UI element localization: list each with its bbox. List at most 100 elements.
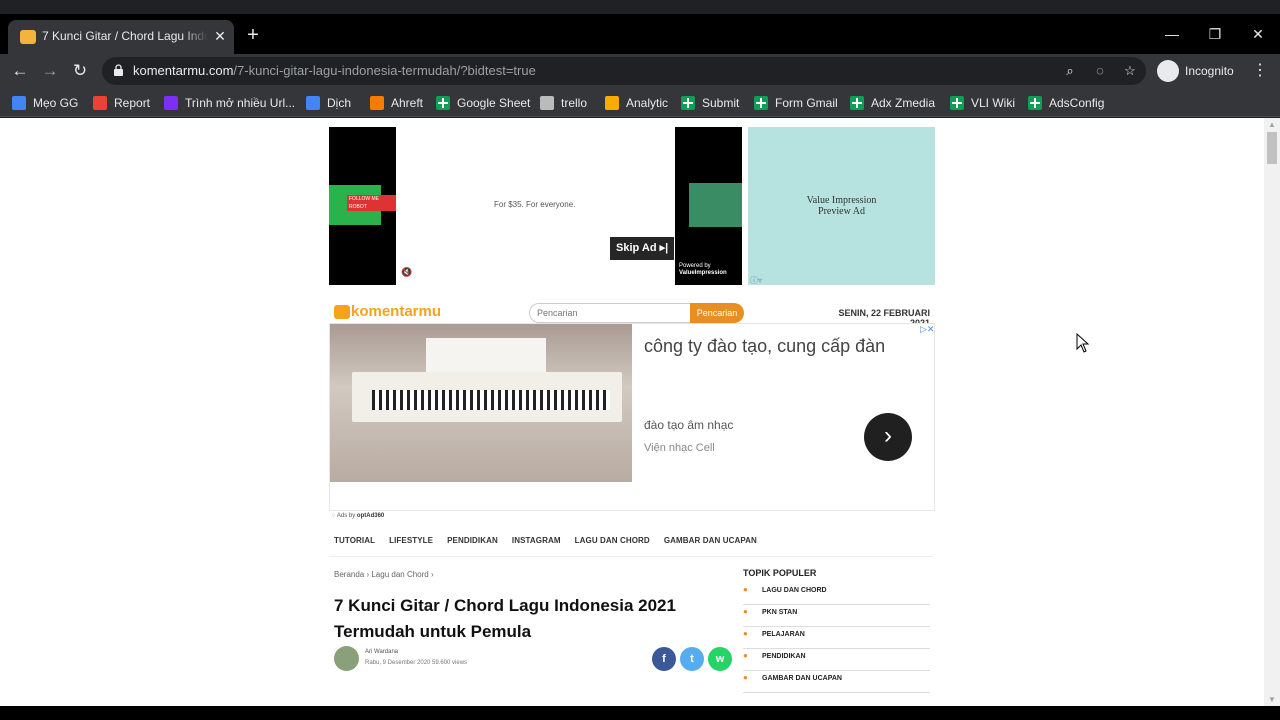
- skip-ad-button[interactable]: Skip Ad ▸|: [610, 237, 674, 260]
- display-ad[interactable]: công ty đào tạo, cung cấp đàn đào tạo âm…: [329, 323, 935, 511]
- twitter-share-icon[interactable]: t: [680, 647, 704, 671]
- nav-item-pendidikan[interactable]: PENDIDIKAN: [447, 536, 498, 548]
- search-input[interactable]: Pencarian: [529, 303, 691, 323]
- bookmark-adx-zmedia[interactable]: Adx Zmedia: [850, 93, 935, 113]
- bookmark-ahreft[interactable]: Ahreft: [370, 93, 423, 113]
- sidebar-item[interactable]: ● PENDIDIKAN: [743, 649, 930, 671]
- bookmark-d-ch[interactable]: Dịch: [306, 93, 351, 113]
- ads-by-prefix: Ads by: [336, 513, 356, 519]
- nav-item-tutorial[interactable]: TUTORIAL: [334, 536, 375, 548]
- ad-info-icon[interactable]: ⓘ▿: [750, 275, 762, 286]
- sidebar-item[interactable]: ● PKN STAN: [743, 605, 930, 627]
- reload-button[interactable]: ↻: [68, 59, 92, 83]
- ads-by-label: ◌ Ads by optAd360: [332, 513, 385, 519]
- bookmark-label: Form Gmail: [775, 96, 838, 110]
- eye-off-icon[interactable]: ◌: [1090, 61, 1110, 81]
- sheets-icon: [950, 96, 964, 110]
- ad-advertiser: Viện nhạc Cell: [644, 442, 715, 454]
- tab-active[interactable]: 7 Kunci Gitar / Chord Lagu Indonesia Ter…: [8, 20, 234, 54]
- bookmark-label: Submit: [702, 96, 740, 110]
- bottom-edge: [0, 706, 1280, 720]
- url-host: komentarmu.com: [133, 63, 234, 78]
- new-tab-button[interactable]: +: [242, 24, 264, 46]
- ad-description: đào tạo âm nhạc: [644, 418, 734, 432]
- ad-choices-close-icon[interactable]: ▷✕: [920, 324, 935, 334]
- ads-by-brand[interactable]: optAd360: [357, 513, 384, 519]
- ad-headline[interactable]: công ty đào tạo, cung cấp đàn: [644, 336, 885, 357]
- bookmark-m-o-gg[interactable]: Mẹo GG: [12, 93, 78, 113]
- article-title: 7 Kunci Gitar / Chord Lagu Indonesia 202…: [334, 596, 676, 641]
- bookmark-submit[interactable]: Submit: [681, 93, 739, 113]
- minimize-button[interactable]: —: [1160, 22, 1184, 46]
- sidebar-item-label: PKN STAN: [762, 609, 798, 616]
- main-nav: TUTORIAL LIFESTYLE PENDIDIKAN INSTAGRAM LAGU…: [334, 536, 757, 548]
- value-impression-ad[interactable]: Value Impression Preview Ad ⓘ▿: [748, 127, 935, 285]
- facebook-share-icon[interactable]: f: [652, 647, 676, 671]
- restore-button[interactable]: ❐: [1203, 22, 1227, 46]
- avatar[interactable]: [334, 646, 359, 671]
- star-icon[interactable]: ☆: [1120, 61, 1140, 81]
- address-bar[interactable]: komentarmu.com/7-kunci-gitar-lagu-indone…: [102, 57, 1146, 85]
- search-button[interactable]: Pencarian: [690, 303, 744, 323]
- author-name[interactable]: Ari Wardana: [365, 649, 398, 655]
- nav-item-gambar-dan-ucapan[interactable]: GAMBAR DAN UCAPAN: [664, 536, 757, 548]
- bookmark-label: trello: [561, 96, 588, 110]
- back-button[interactable]: ←: [8, 59, 32, 83]
- site-header: komentarmu Pencarian Pencarian SENIN, 22…: [329, 301, 935, 328]
- site-favicon-icon: [20, 30, 36, 44]
- translate-icon: [306, 96, 320, 110]
- mute-icon[interactable]: 🔇: [401, 267, 412, 278]
- video-ad[interactable]: FOLLOW ME ROBOT For $35. For everyone. 🔇…: [329, 127, 742, 285]
- nav-item-instagram[interactable]: INSTAGRAM: [512, 536, 561, 548]
- close-window-button[interactable]: ✕: [1246, 22, 1270, 46]
- bookmark-label: Trình mở nhiều Url...: [185, 96, 296, 110]
- sheets-icon: [436, 96, 450, 110]
- mouse-cursor-icon: [1076, 333, 1090, 353]
- bookmark-label: Analytic: [626, 96, 669, 110]
- site-logo[interactable]: komentarmu: [351, 303, 441, 320]
- forward-button[interactable]: →: [38, 59, 62, 83]
- bookmark-tr-nh-m-nhi-u-url[interactable]: Trình mở nhiều Url...: [164, 93, 295, 113]
- url-text[interactable]: komentarmu.com/7-kunci-gitar-lagu-indone…: [133, 63, 536, 78]
- bookmark-adsconfig[interactable]: AdsConfig: [1028, 93, 1104, 113]
- bookmark-label: Mẹo GG: [33, 96, 79, 110]
- vi-preview-line2: Preview Ad: [818, 206, 865, 217]
- bookmark-label: Report: [114, 96, 151, 110]
- scroll-up-icon[interactable]: ▲: [1268, 120, 1276, 129]
- bookmark-label: VLI Wiki: [971, 96, 1016, 110]
- scrollbar[interactable]: ▲ ▼: [1264, 118, 1280, 706]
- sidebar-item[interactable]: ● GAMBAR DAN UCAPAN: [743, 671, 930, 693]
- ad-next-arrow-icon[interactable]: ›: [864, 413, 912, 461]
- whatsapp-share-icon[interactable]: w: [708, 647, 732, 671]
- nav-item-lifestyle[interactable]: LIFESTYLE: [389, 536, 433, 548]
- bookmark-analytic[interactable]: Analytic: [605, 93, 668, 113]
- sidebar-item-label: PELAJARAN: [762, 631, 805, 638]
- bookmark-trello[interactable]: trello: [540, 93, 587, 113]
- video-thumb-text: FOLLOW ME ROBOT: [347, 195, 396, 211]
- bookmark-form-gmail[interactable]: Form Gmail: [754, 93, 838, 113]
- incognito-label: Incognito: [1185, 64, 1234, 78]
- breadcrumb[interactable]: Beranda › Lagu dan Chord ›: [334, 570, 434, 579]
- tab-title: 7 Kunci Gitar / Chord Lagu Indonesia Ter…: [42, 29, 208, 43]
- logo-chat-icon: [334, 305, 350, 319]
- powered-by-line1: Powered by: [679, 263, 711, 269]
- sidebar-item[interactable]: ● LAGU DAN CHORD: [743, 583, 930, 605]
- bookmark-google-sheet[interactable]: Google Sheet: [436, 93, 530, 113]
- sidebar-item[interactable]: ● PELAJARAN: [743, 627, 930, 649]
- bookmark-report[interactable]: Report: [93, 93, 150, 113]
- sidebar-item-label: GAMBAR DAN UCAPAN: [762, 675, 842, 682]
- bookmark-vli-wiki[interactable]: VLI Wiki: [950, 93, 1015, 113]
- video-thumbnail-right: [689, 183, 742, 227]
- piano-image: [330, 324, 632, 482]
- sidebar-item-label: LAGU DAN CHORD: [762, 587, 827, 594]
- divider: [329, 556, 933, 557]
- incognito-profile-button[interactable]: Incognito: [1155, 57, 1241, 85]
- browser-menu-icon[interactable]: ⋮: [1250, 59, 1270, 83]
- tab-close-icon[interactable]: ✕: [210, 26, 230, 46]
- scroll-thumb[interactable]: [1267, 132, 1277, 164]
- zoom-icon[interactable]: ⌕: [1060, 61, 1080, 81]
- vi-preview-line1: Value Impression: [806, 195, 877, 206]
- nav-item-lagu-dan-chord[interactable]: LAGU DAN CHORD: [575, 536, 650, 548]
- bookmark-label: Ahreft: [391, 96, 424, 110]
- scroll-down-icon[interactable]: ▼: [1268, 695, 1276, 704]
